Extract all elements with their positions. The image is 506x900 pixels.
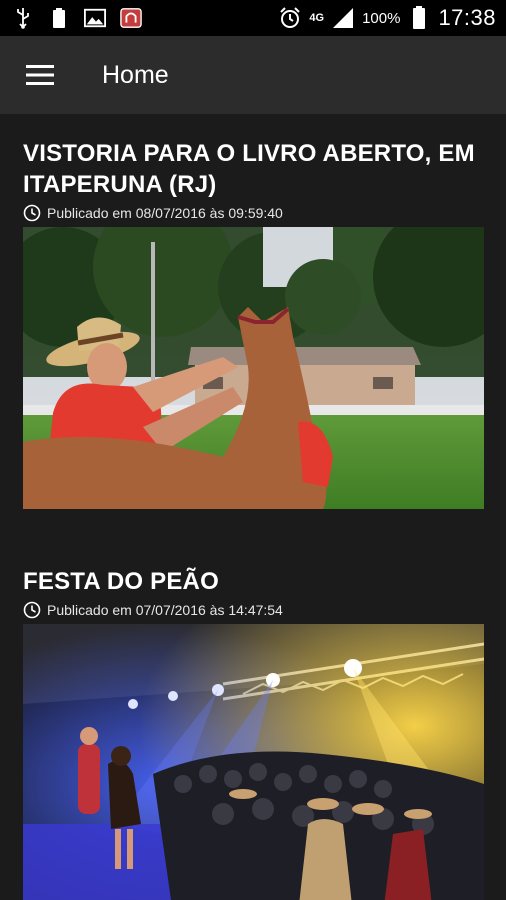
news-image[interactable]: [23, 624, 484, 900]
status-bar-left: [12, 7, 142, 29]
news-title[interactable]: VISTORIA PARA O LIVRO ABERTO, EM ITAPERU…: [23, 138, 484, 200]
clock-icon: [23, 204, 41, 222]
image-icon: [84, 7, 106, 29]
battery-small-icon: [48, 7, 70, 29]
status-bar-right: 4G 100% 17:38: [279, 5, 496, 31]
clock-icon: [23, 601, 41, 619]
news-card[interactable]: VISTORIA PARA O LIVRO ABERTO, EM ITAPERU…: [23, 138, 484, 509]
news-title[interactable]: FESTA DO PEÃO: [23, 566, 484, 597]
news-feed[interactable]: VISTORIA PARA O LIVRO ABERTO, EM ITAPERU…: [0, 114, 506, 900]
signal-icon: [332, 7, 354, 29]
horse-photo: [23, 227, 484, 509]
app-bar: Home: [0, 36, 506, 114]
usb-icon: [12, 7, 34, 29]
hamburger-menu-icon: [26, 65, 54, 85]
clock-time: 17:38: [438, 5, 496, 30]
network-type: 4G: [309, 11, 325, 24]
news-card[interactable]: FESTA DO PEÃO Publicado em 07/07/2016 às…: [23, 566, 484, 900]
app-notification-icon: [120, 7, 142, 29]
status-bar: 4G 100% 17:38: [0, 0, 506, 36]
publish-date: Publicado em 08/07/2016 às 09:59:40: [47, 205, 283, 221]
battery-icon: [408, 6, 430, 29]
battery-percent: 100%: [362, 9, 401, 27]
news-image[interactable]: [23, 227, 484, 509]
news-meta: Publicado em 08/07/2016 às 09:59:40: [23, 203, 484, 223]
menu-button[interactable]: [0, 36, 80, 114]
alarm-icon: [279, 7, 301, 29]
page-title: Home: [102, 60, 169, 89]
concert-photo: [23, 624, 484, 900]
news-meta: Publicado em 07/07/2016 às 14:47:54: [23, 600, 484, 620]
publish-date: Publicado em 07/07/2016 às 14:47:54: [47, 602, 283, 618]
